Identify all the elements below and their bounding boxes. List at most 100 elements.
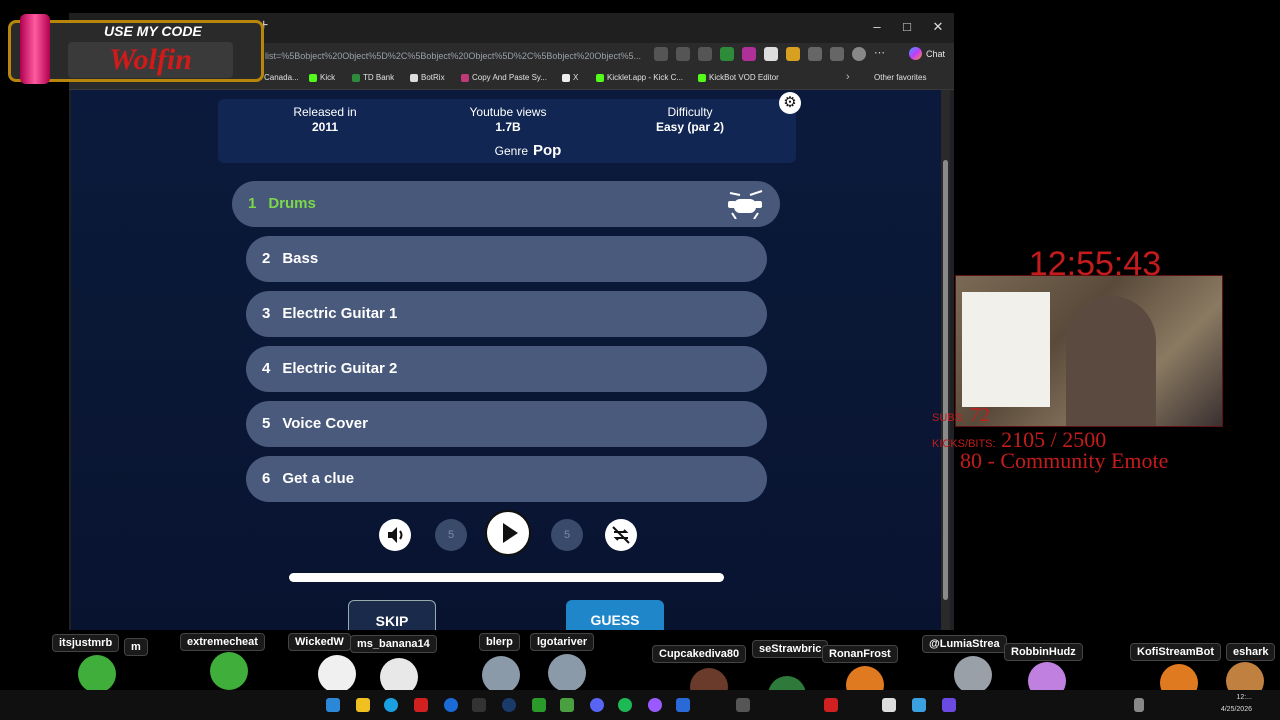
profile-icon[interactable]: [852, 47, 866, 61]
track-bass[interactable]: 2 Bass: [246, 236, 767, 282]
app-icon[interactable]: [648, 698, 662, 712]
taskbar: 12:... 4/25/2026: [0, 690, 1280, 720]
start-icon[interactable]: [326, 698, 340, 712]
play-icon: [503, 523, 518, 543]
toolbar-icons: ⋯: [654, 47, 888, 61]
extension-icon[interactable]: [786, 47, 800, 61]
extension-icon[interactable]: [808, 47, 822, 61]
close-button[interactable]: ✕: [923, 19, 953, 35]
chatter-name: ms_banana14: [350, 635, 437, 653]
scrollbar-thumb[interactable]: [943, 160, 948, 600]
app-icon[interactable]: [676, 698, 690, 712]
bookmark-item[interactable]: Kick: [309, 73, 335, 82]
vivaldi-icon[interactable]: [414, 698, 428, 712]
rewind-icon: 5: [447, 529, 455, 541]
chatter-name: eshark: [1226, 643, 1276, 661]
app-icon[interactable]: [736, 698, 750, 712]
subs-counter: SUBS: 72: [932, 404, 991, 426]
zoom-icon[interactable]: [676, 47, 690, 61]
collections-icon[interactable]: [830, 47, 844, 61]
volume-button[interactable]: [379, 519, 411, 551]
settings-gear-icon[interactable]: ⚙: [779, 92, 801, 114]
epic-games-icon[interactable]: [472, 698, 486, 712]
kicklet-icon: [596, 73, 604, 82]
track-voice-cover[interactable]: 5 Voice Cover: [246, 401, 767, 447]
bookmark-item[interactable]: Copy And Paste Sy...: [461, 73, 547, 82]
difficulty-info: Difficulty Easy (par 2): [655, 105, 725, 134]
app-icon[interactable]: [882, 698, 896, 712]
track-get-a-clue[interactable]: 6 Get a clue: [246, 456, 767, 502]
bookmark-item[interactable]: Kicklet.app - Kick C...: [596, 73, 683, 82]
taskbar-clock[interactable]: 12:... 4/25/2026: [1212, 692, 1252, 716]
chatter-name: extremecheat: [180, 633, 265, 651]
minimize-button[interactable]: –: [862, 19, 892, 34]
chatter-name: itsjustmrb: [52, 634, 120, 652]
chevron-up-icon[interactable]: [1134, 698, 1144, 712]
bookmark-item[interactable]: X: [562, 73, 578, 82]
forward-5-button[interactable]: 5: [551, 519, 583, 551]
chatter-name: WickedW: [288, 633, 351, 651]
sponsor-logo: USE MY CODE Wolfin: [8, 14, 264, 84]
song-info-card: Released in 2011 Youtube views 1.7B Diff…: [218, 99, 796, 163]
chatter-name: RobbinHudz: [1004, 643, 1083, 661]
bookmark-item[interactable]: KickBot VOD Editor: [698, 73, 779, 82]
guess-button[interactable]: GUESS: [566, 600, 664, 630]
app-icon[interactable]: [824, 698, 838, 712]
player-controls: 5 5: [371, 510, 651, 560]
bookmark-item[interactable]: Canada...: [264, 73, 299, 82]
chatter-name: lgotariver: [530, 633, 595, 651]
track-electric-guitar-1[interactable]: 3 Electric Guitar 1: [246, 291, 767, 337]
maximize-button[interactable]: □: [892, 19, 922, 34]
progress-bar[interactable]: [289, 573, 724, 582]
bookmark-item[interactable]: BotRix: [410, 73, 445, 82]
tab-icon[interactable]: [654, 47, 668, 61]
chatter-name: m: [124, 638, 148, 656]
extension-icon[interactable]: [742, 47, 756, 61]
chatter-avatar: [954, 656, 992, 694]
discord-icon[interactable]: [590, 698, 604, 712]
botrix-icon: [410, 73, 418, 82]
chevron-right-icon[interactable]: ›: [846, 71, 850, 83]
genre-info: Genre Pop: [494, 142, 562, 159]
extension-icon[interactable]: [764, 47, 778, 61]
page-scrollbar[interactable]: [941, 90, 950, 630]
edge-icon[interactable]: [384, 698, 398, 712]
chatter-avatar: [210, 652, 248, 690]
chatter-name: blerp: [479, 633, 520, 651]
more-menu-icon[interactable]: ⋯: [874, 47, 888, 61]
steam-icon[interactable]: [502, 698, 516, 712]
kickbot-icon: [698, 73, 706, 82]
chatter-avatar: [318, 655, 356, 693]
repeat-off-icon: [612, 526, 630, 544]
skip-button[interactable]: SKIP: [348, 600, 436, 630]
views-info: Youtube views 1.7B: [469, 105, 547, 134]
spotify-icon[interactable]: [618, 698, 632, 712]
xbox-icon[interactable]: [532, 698, 546, 712]
extension-icon[interactable]: [720, 47, 734, 61]
copilot-chat-button[interactable]: Chat: [909, 47, 945, 60]
minecraft-icon[interactable]: [560, 698, 574, 712]
kick-icon: [309, 73, 317, 82]
chatter-avatar: [482, 656, 520, 694]
game-page: Released in 2011 Youtube views 1.7B Diff…: [71, 90, 941, 630]
energy-can-icon: [20, 14, 50, 84]
notepad-icon[interactable]: [912, 698, 926, 712]
app-icon[interactable]: [942, 698, 956, 712]
loop-off-button[interactable]: [605, 519, 637, 551]
chatter-avatar: [548, 654, 586, 692]
favorite-star-icon[interactable]: [698, 47, 712, 61]
file-explorer-icon[interactable]: [356, 698, 370, 712]
copilot-icon: [909, 47, 922, 60]
chatter-name: @LumiaStrea: [922, 635, 1007, 653]
bookmark-item[interactable]: TD Bank: [352, 73, 394, 82]
rewind-5-button[interactable]: 5: [435, 519, 467, 551]
url-field[interactable]: list=%5Bobject%20Object%5D%2C%5Bobject%2…: [265, 48, 645, 64]
drum-kit-icon: [728, 190, 763, 219]
app-icon[interactable]: [444, 698, 458, 712]
td-bank-icon: [352, 73, 360, 82]
play-button[interactable]: [485, 510, 531, 556]
track-drums[interactable]: 1 Drums: [232, 181, 780, 227]
webcam-feed: [955, 275, 1223, 427]
other-favorites[interactable]: Other favorites: [874, 73, 926, 82]
track-electric-guitar-2[interactable]: 4 Electric Guitar 2: [246, 346, 767, 392]
